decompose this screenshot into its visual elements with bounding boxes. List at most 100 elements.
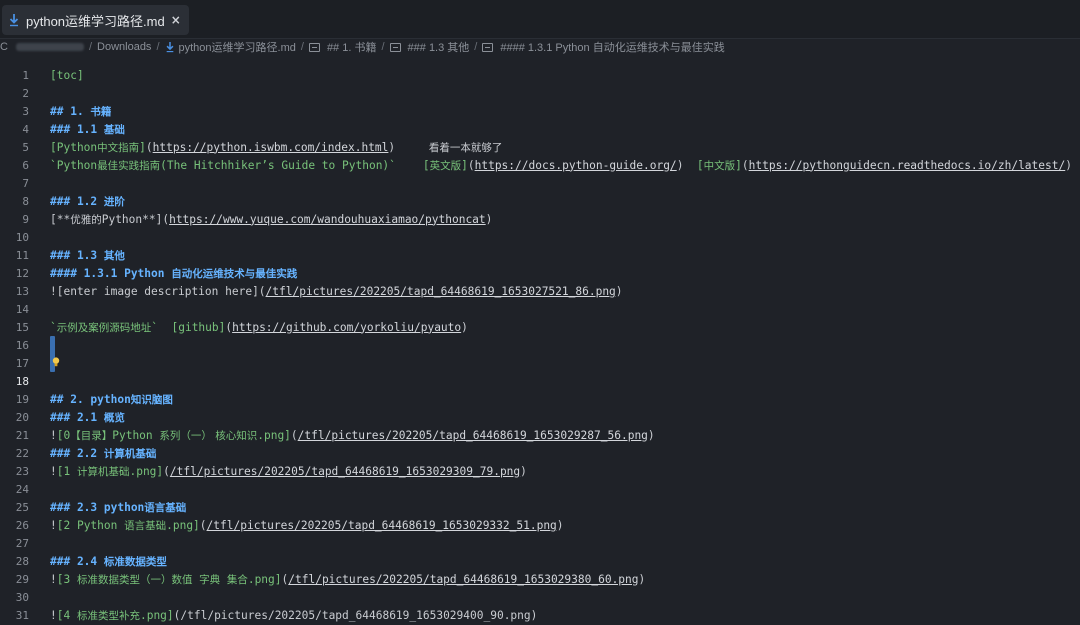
code-token: .png] [247,572,282,586]
editor-line[interactable]: 22 ### 2.2 计算机基础 [0,444,1080,462]
line-number: 26 [15,518,29,532]
editor-line[interactable]: 20 ### 2.1 概览 [0,408,1080,426]
markdown-file-icon [166,42,173,53]
code-token: [ [696,158,704,172]
code-token: 概览 [103,411,125,424]
editor-line[interactable]: 2 [0,84,1080,102]
editor-line[interactable]: 3 ## 1. 书籍 [0,102,1080,120]
breadcrumb-file[interactable]: python运维学习路径.md [165,39,296,55]
editor-line[interactable]: 11 ### 1.3 其他 [0,246,1080,264]
code-token: Python**]( [101,212,170,226]
editor-line[interactable]: 27 [0,534,1080,552]
line-number: 8 [22,194,29,208]
code-token: ( [145,140,153,154]
breadcrumb-separator: / [300,41,304,53]
code-token: ! [50,518,57,532]
file-tab[interactable]: python运维学习路径.md × [2,5,189,35]
editor-line[interactable]: 6 `Python最佳实践指南(The Hitchhiker’s Guide to… [0,156,1080,174]
code-token: 中文版 [703,159,736,172]
line-content: ![3 标准数据类型（一）数值 字典 集合.png](/tfl/pictures… [50,572,645,587]
line-number: 20 [15,410,29,424]
line-number: 7 [22,176,29,190]
code-token: 计算机基础 [76,465,130,478]
editor-line[interactable]: 9 [**优雅的Python**](https://www.yuque.com/w… [0,210,1080,228]
line-content: ![4 标准类型补充.png](/tfl/pictures/202205/tap… [50,608,537,623]
editor-line[interactable]: 30 [0,588,1080,606]
code-token: ) [485,212,493,226]
editor-line[interactable]: 24 [0,480,1080,498]
editor-line[interactable]: 1 [toc] [0,66,1080,84]
editor-line[interactable]: 25 ### 2.3 python语言基础 [0,498,1080,516]
code-token: [2 Python [56,518,125,532]
code-token: ## 2. python [50,392,131,406]
code-token: #### 1.3.1 Python [50,266,172,280]
line-content: [toc] [50,69,84,82]
lightbulb-icon[interactable] [52,357,60,367]
editor-line[interactable]: 26 ![2 Python 语言基础.png](/tfl/pictures/202… [0,516,1080,534]
editor-line[interactable]: 12 #### 1.3.1 Python 自动化运维技术与最佳实践 [0,264,1080,282]
code-token: ### 1.1 [50,122,104,136]
editor-line[interactable]: 13 ![enter image description here](/tfl/p… [0,282,1080,300]
editor-line[interactable]: 10 [0,228,1080,246]
editor-line[interactable]: 18 [0,372,1080,390]
code-token: .png] [139,608,174,622]
editor-line[interactable]: 19 ## 2. python知识脑图 [0,390,1080,408]
code-token: ` [50,320,57,334]
line-number: 27 [15,536,29,550]
editor-line[interactable]: 7 [0,174,1080,192]
code-editor[interactable]: 1 [toc] 2 3 ## 1. 书籍 4 ### 1.1 基础 5 [Python中文指南]… [0,66,1080,625]
line-content: ## 2. python知识脑图 [50,392,173,407]
editor-line[interactable]: 28 ### 2.4 标准数据类型 [0,552,1080,570]
code-token: ) [647,428,655,442]
code-token: ] [139,140,146,154]
code-token: [1 [56,464,77,478]
heading-icon [389,42,401,52]
breadcrumb-drive[interactable]: C [0,41,84,53]
line-number: 11 [15,248,29,262]
close-icon[interactable]: × [171,13,181,27]
code-token: ` [151,320,158,334]
code-token: ! [50,428,57,442]
tab-title: python运维学习路径.md [26,13,165,29]
code-token: (/tfl/pictures/202205/tapd_64468619_1653… [173,608,538,622]
markdown-file-icon [9,14,19,27]
code-token: 其他 [103,249,125,262]
code-token: ! [50,464,57,478]
code-token: 标准数据类型 [103,555,167,568]
code-token: [github] [171,320,226,334]
breadcrumb-heading-3[interactable]: #### 1.3.1 Python 自动化运维技术与最佳实践 [482,39,725,55]
editor-line[interactable]: 4 ### 1.1 基础 [0,120,1080,138]
code-token: ![enter image description here]( [50,284,266,298]
code-token: 书籍 [90,105,112,118]
editor-line[interactable]: 15 `示例及案例源码地址` [github](https://github.co… [0,318,1080,336]
editor-line[interactable]: 14 [0,300,1080,318]
editor-line[interactable]: 21 ![0【目录】Python 系列（一） 核心知识.png](/tfl/pic… [0,426,1080,444]
code-token: 计算机基础 [103,447,157,460]
line-number: 3 [22,104,29,118]
code-token: /tfl/pictures/202205/tapd_64468619_16530… [288,572,639,586]
heading-icon [482,42,494,52]
editor-line[interactable]: 16 [0,336,1080,372]
code-token: /tfl/pictures/202205/tapd_64468619_16530… [297,428,648,442]
tab-bar: python运维学习路径.md × [0,0,1080,39]
editor-line[interactable]: 17 [0,354,1080,372]
editor-line[interactable]: 29 ![3 标准数据类型（一）数值 字典 集合.png](/tfl/pictur… [0,570,1080,588]
line-number: 4 [22,122,29,136]
breadcrumb-heading-2[interactable]: ### 1.3 其他 [389,39,469,55]
breadcrumb-separator: / [156,41,160,53]
code-token: [3 [56,572,77,586]
editor-line[interactable]: 8 ### 1.2 进阶 [0,192,1080,210]
line-number: 30 [15,590,29,604]
editor-line[interactable]: 5 [Python中文指南](https://python.iswbm.com/i… [0,138,1080,156]
code-token: 自动化运维技术与最佳实践 [171,267,298,280]
editor-line[interactable]: 23 ![1 计算机基础.png](/tfl/pictures/202205/ta… [0,462,1080,480]
code-token: ### 1.3 [50,248,104,262]
code-token: /tfl/pictures/202205/tapd_64468619_16530… [206,518,557,532]
code-token: ( [163,464,170,478]
line-content: ### 2.1 概览 [50,410,125,425]
breadcrumb-downloads[interactable]: Downloads [97,41,151,53]
code-token: .png] [129,464,164,478]
editor-line[interactable]: 31 ![4 标准类型补充.png](/tfl/pictures/202205/t… [0,606,1080,624]
breadcrumb-heading-1[interactable]: ## 1. 书籍 [308,39,376,55]
line-content: ![1 计算机基础.png](/tfl/pictures/202205/tapd… [50,464,527,479]
